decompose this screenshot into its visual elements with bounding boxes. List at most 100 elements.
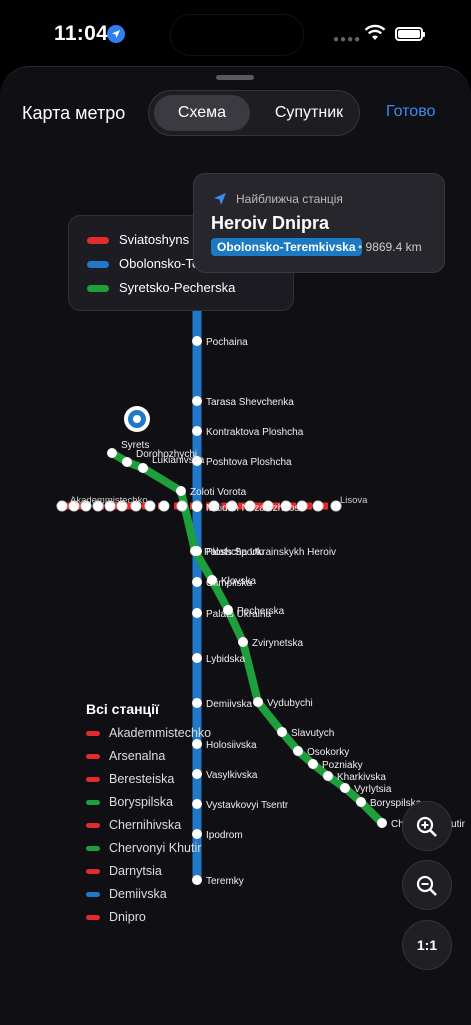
station-dot-blue xyxy=(192,875,202,885)
station-dot-green xyxy=(238,637,248,647)
line-color-swatch xyxy=(86,892,100,898)
station-label: Pozniaky xyxy=(322,760,363,771)
station-list-item[interactable]: Akademmistechko xyxy=(86,724,211,742)
station-label: Teremky xyxy=(206,876,244,887)
line-color-swatch xyxy=(86,915,100,921)
station-label: Slavutych xyxy=(291,728,334,739)
battery-icon xyxy=(395,27,425,41)
navigation-arrow-icon xyxy=(212,191,228,212)
station-list-item[interactable]: Demiivska xyxy=(86,885,167,903)
station-label: Vydubychi xyxy=(267,698,313,709)
station-dot-blue xyxy=(192,799,202,809)
user-location-dot xyxy=(133,415,141,423)
station-name: Demiivska xyxy=(109,887,167,901)
station-dot-green xyxy=(223,605,233,615)
wifi-icon xyxy=(364,24,386,47)
station-dot-green xyxy=(308,759,318,769)
green-line-swatch xyxy=(87,285,109,293)
station-label: Pecherska xyxy=(237,606,285,617)
station-label: Lisova xyxy=(340,495,368,506)
station-label: Pochaina xyxy=(206,337,248,348)
dynamic-island xyxy=(170,14,304,56)
location-arrow-icon xyxy=(107,25,125,43)
legend-label: Sviatoshyns xyxy=(119,232,190,247)
all-stations-title: Всі станції xyxy=(86,701,159,717)
station-label: Ipodrom xyxy=(206,830,243,841)
station-label: Lukianivska xyxy=(152,455,205,466)
line-color-swatch xyxy=(86,869,100,875)
station-dot-green xyxy=(190,546,200,556)
station-dot-green xyxy=(122,457,132,467)
station-label: Demiivska xyxy=(206,699,253,710)
station-list-item[interactable]: Dnipro xyxy=(86,908,146,926)
station-label: Vyrlytsia xyxy=(354,784,392,795)
legend-label: Syretsko-Pecherska xyxy=(119,280,236,295)
station-name: Dnipro xyxy=(109,910,146,924)
station-dot-green xyxy=(356,797,366,807)
zoom-out-button[interactable] xyxy=(402,860,452,910)
station-dot-green xyxy=(340,783,350,793)
station-dot-green xyxy=(253,697,263,707)
station-label: Kontraktova Ploshcha xyxy=(206,427,304,438)
zoom-reset-button[interactable]: 1:1 xyxy=(402,920,452,970)
line-badge: Obolonsko-Teremkivska xyxy=(211,238,362,256)
status-time: 11:04 xyxy=(54,22,109,45)
station-dot-red xyxy=(56,500,68,512)
line-color-swatch xyxy=(86,777,100,783)
station-dot-green xyxy=(323,771,333,781)
station-dot-green xyxy=(277,727,287,737)
station-dot-blue xyxy=(192,769,202,779)
station-label: Tarasa Shevchenka xyxy=(206,397,294,408)
zoom-in-icon xyxy=(416,817,437,838)
station-list-item[interactable]: Beresteiska xyxy=(86,770,174,788)
station-dot-red xyxy=(176,500,188,512)
station-label: Vystavkovyi Tsentr xyxy=(206,800,289,811)
station-label: Akademmistechko xyxy=(70,495,148,506)
station-dot-blue xyxy=(192,502,202,512)
station-dot-blue xyxy=(192,396,202,406)
station-name: Darnytsia xyxy=(109,864,162,878)
station-dot-blue xyxy=(192,653,202,663)
distance-label: • 9869.4 km xyxy=(358,240,422,254)
station-label: Klovska xyxy=(221,576,256,587)
station-list-item[interactable]: Chervonyi Khutir xyxy=(86,839,201,857)
line-color-swatch xyxy=(86,846,100,852)
station-label: Osokorky xyxy=(307,747,349,758)
station-label: Palats Sportu xyxy=(204,547,264,558)
line-color-swatch xyxy=(86,823,100,829)
station-list-item[interactable]: Chernihivska xyxy=(86,816,181,834)
nearest-heading: Найближча станція xyxy=(236,192,343,206)
station-dot-blue xyxy=(192,426,202,436)
nearest-station-card[interactable]: Найближча станція Heroiv Dnipra Obolonsk… xyxy=(193,173,445,273)
station-dot-green xyxy=(293,746,303,756)
legend-row-green: Syretsko-Pecherska xyxy=(87,278,235,298)
station-label: Zoloti Vorota xyxy=(190,487,247,498)
station-label: Lybidska xyxy=(206,654,246,665)
line-color-swatch xyxy=(86,800,100,806)
station-name: Beresteiska xyxy=(109,772,175,786)
station-label: Kharkivska xyxy=(337,772,386,783)
status-bar: 11:04 ●●●● xyxy=(0,0,471,70)
station-dot-red xyxy=(158,500,170,512)
station-dot-green xyxy=(377,818,387,828)
station-name: Chernihivska xyxy=(109,818,182,832)
station-dot-green xyxy=(138,463,148,473)
zoom-in-button[interactable] xyxy=(402,801,452,851)
station-label: Poshtova Ploshcha xyxy=(206,457,292,468)
station-dot-green xyxy=(207,575,217,585)
station-list-item[interactable]: Boryspilska xyxy=(86,793,173,811)
station-dot-blue xyxy=(192,698,202,708)
metro-map-sheet: Карта метро Схема Супутник Готово Pochai… xyxy=(0,66,471,1025)
station-label: Zvirynetska xyxy=(252,638,304,649)
zoom-out-icon xyxy=(416,876,437,897)
red-line-swatch xyxy=(87,237,109,245)
station-dot-blue xyxy=(192,577,202,587)
station-dot-blue xyxy=(192,608,202,618)
line-color-swatch xyxy=(86,754,100,760)
blue-line-swatch xyxy=(87,261,109,269)
station-name: Chervonyi Khutir xyxy=(109,841,202,855)
station-dot-green xyxy=(176,486,186,496)
station-list-item[interactable]: Darnytsia xyxy=(86,862,162,880)
station-label: Vasylkivska xyxy=(206,770,258,781)
station-list-item[interactable]: Arsenalna xyxy=(86,747,165,765)
